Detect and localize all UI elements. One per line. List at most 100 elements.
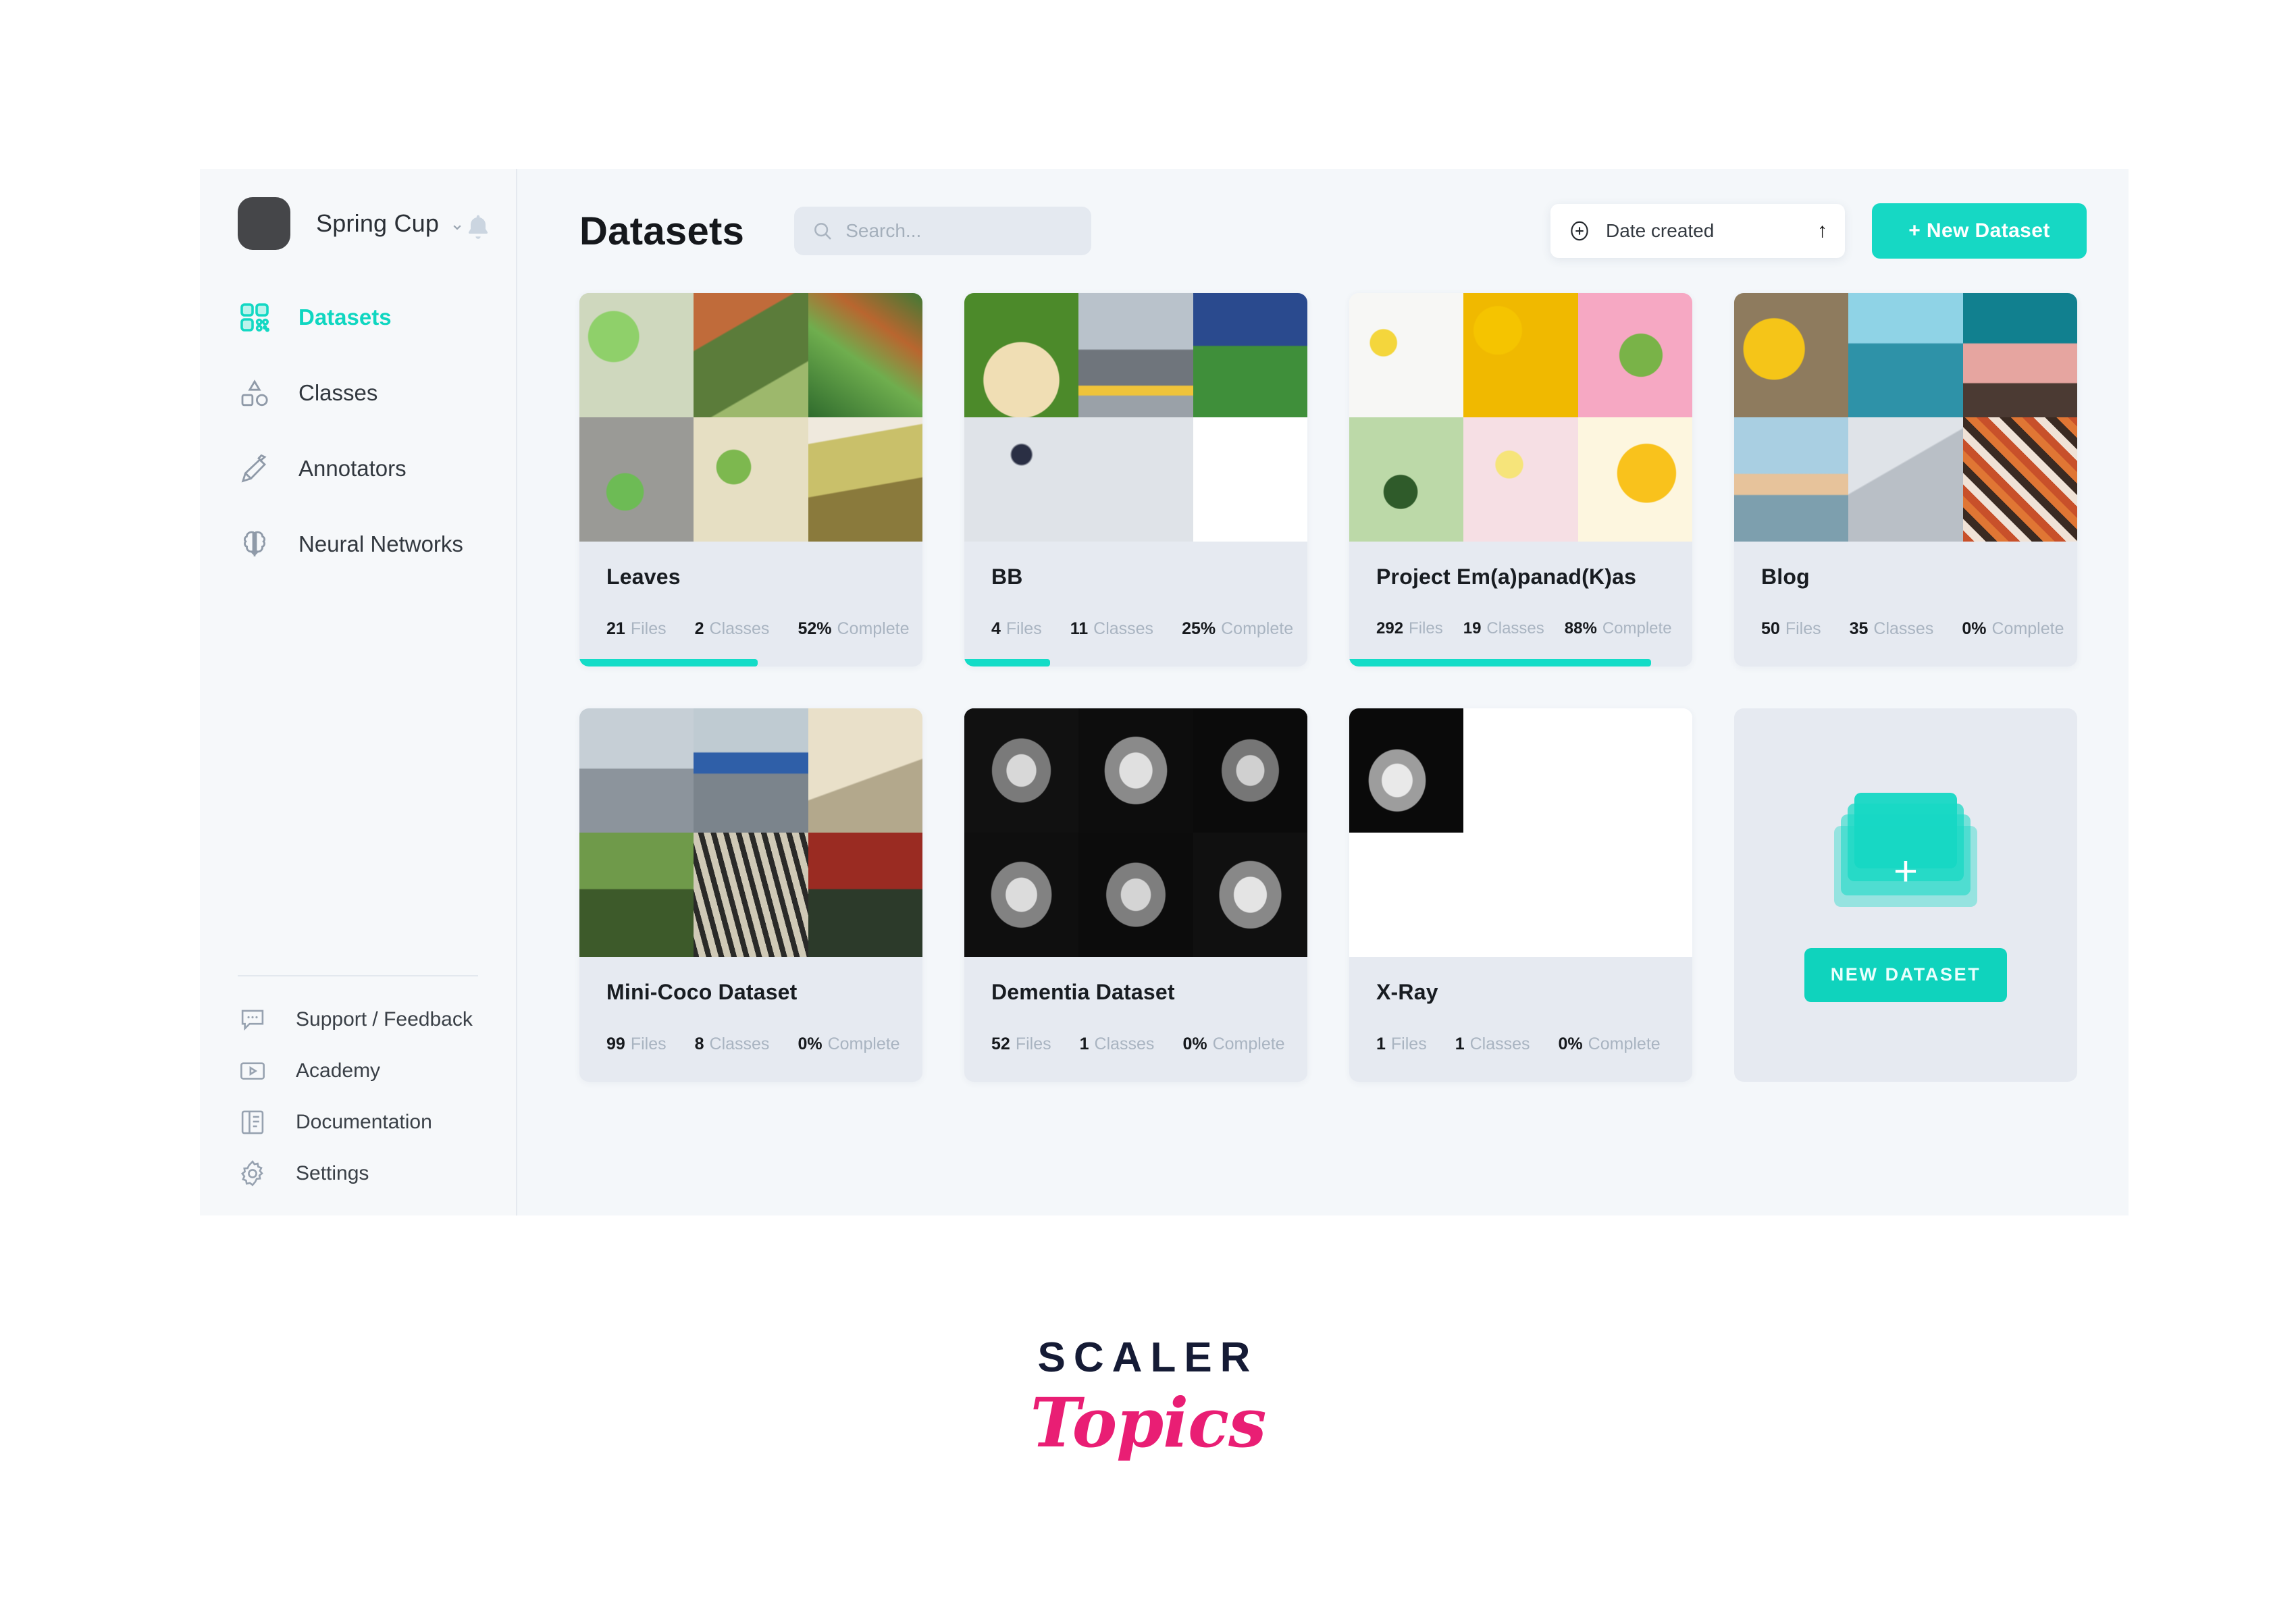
files-stat: 52 Files bbox=[991, 1035, 1051, 1053]
thumbnail-image bbox=[694, 293, 808, 417]
scaler-topics-logo: SCALER Topics bbox=[0, 1334, 2296, 1463]
dataset-name: BB bbox=[991, 565, 1023, 589]
progress-bar bbox=[964, 1074, 1307, 1082]
progress-bar bbox=[579, 659, 922, 666]
shapes-icon bbox=[238, 376, 271, 410]
search-icon bbox=[812, 220, 833, 242]
sidebar-item-label: Documentation bbox=[296, 1111, 432, 1133]
brain-icon bbox=[238, 527, 271, 561]
sidebar-item-academy[interactable]: Academy bbox=[200, 1045, 516, 1097]
dataset-name: Dementia Dataset bbox=[991, 980, 1175, 1004]
thumbnail-image bbox=[694, 417, 808, 542]
dataset-stats: 50 Files 35 Classes 0% Complete bbox=[1761, 619, 2064, 659]
bell-icon[interactable] bbox=[463, 213, 493, 242]
new-dataset-card-button[interactable]: NEW DATASET bbox=[1804, 947, 2007, 1002]
sort-dropdown[interactable]: Date created ↑ bbox=[1550, 204, 1845, 258]
workspace-name: Spring Cup bbox=[316, 209, 440, 237]
thumbnail-image bbox=[964, 293, 1079, 417]
thumbnail-image bbox=[1734, 293, 1849, 417]
new-dataset-button[interactable]: + New Dataset bbox=[1872, 203, 2087, 259]
sidebar-item-label: Annotators bbox=[298, 456, 407, 481]
dataset-name: Blog bbox=[1761, 565, 1810, 589]
complete-stat: 0% Complete bbox=[1962, 619, 2064, 638]
dataset-stats: 52 Files 1 Classes 0% Complete bbox=[991, 1035, 1285, 1074]
thumbnail-image bbox=[1078, 293, 1193, 417]
dataset-name: Project Em(a)panad(K)as bbox=[1376, 565, 1637, 589]
dataset-card[interactable]: X-Ray 1 Files 1 Classes 0% Complete bbox=[1349, 708, 1692, 1082]
dataset-meta: Mini-Coco Dataset 99 Files 8 Classes 0% Com… bbox=[579, 957, 922, 1074]
progress-bar bbox=[964, 659, 1307, 666]
thumbnail-image bbox=[1349, 708, 1464, 833]
sidebar-item-classes[interactable]: Classes bbox=[200, 355, 516, 431]
classes-stat: 2 Classes bbox=[694, 619, 770, 638]
complete-stat: 0% Complete bbox=[1558, 1035, 1661, 1053]
logo-primary-text: SCALER bbox=[1037, 1334, 1259, 1381]
classes-stat: 11 Classes bbox=[1070, 619, 1154, 638]
dataset-thumbnail-collage bbox=[1349, 708, 1692, 957]
sidebar-item-neural-networks[interactable]: Neural Networks bbox=[200, 506, 516, 582]
dataset-card[interactable]: Dementia Dataset 52 Files 1 Classes 0% Comp… bbox=[964, 708, 1307, 1082]
logo-secondary-text: Topics bbox=[1030, 1383, 1267, 1463]
classes-stat: 1 Classes bbox=[1079, 1035, 1155, 1053]
primary-nav: Datasets Classes Annotators Neural Netwo… bbox=[200, 280, 516, 582]
dataset-card[interactable]: BB 4 Files 11 Classes 25% Complete bbox=[964, 293, 1307, 666]
thumbnail-image bbox=[579, 708, 694, 833]
thumbnail-image bbox=[1463, 417, 1578, 542]
thumbnail-image bbox=[808, 417, 922, 542]
search-input[interactable]: Search... bbox=[794, 207, 1092, 255]
dataset-meta: BB 4 Files 11 Classes 25% Complete bbox=[964, 542, 1307, 659]
book-icon bbox=[238, 1107, 267, 1137]
video-play-icon bbox=[238, 1056, 267, 1086]
dataset-thumbnail-collage bbox=[1349, 293, 1692, 542]
sidebar-item-label: Academy bbox=[296, 1059, 381, 1082]
dataset-stats: 4 Files 11 Classes 25% Complete bbox=[991, 619, 1293, 659]
sidebar-item-support-feedback[interactable]: Support / Feedback bbox=[200, 994, 516, 1045]
chevron-down-icon[interactable]: ⌄ bbox=[450, 215, 465, 232]
dataset-name: Mini-Coco Dataset bbox=[606, 980, 798, 1004]
thumbnail-image bbox=[964, 708, 1079, 833]
dataset-meta: Project Em(a)panad(K)as 292 Files 19 Class… bbox=[1349, 542, 1692, 659]
thumbnail-image bbox=[1962, 417, 2077, 542]
thumbnail-image bbox=[808, 833, 922, 957]
sidebar-item-datasets[interactable]: Datasets bbox=[200, 280, 516, 355]
dataset-thumbnail-collage bbox=[579, 708, 922, 957]
dataset-card[interactable]: Blog 50 Files 35 Classes 0% Complete bbox=[1734, 293, 2077, 666]
thumbnail-placeholder bbox=[1193, 417, 1307, 542]
thumbnail-image bbox=[808, 293, 922, 417]
thumbnail-image bbox=[1078, 708, 1193, 833]
complete-stat: 25% Complete bbox=[1182, 619, 1294, 638]
thumbnail-image bbox=[1193, 708, 1307, 833]
thumbnail-image bbox=[1734, 417, 1849, 542]
workspace-logo bbox=[238, 197, 290, 250]
sidebar-item-settings[interactable]: Settings bbox=[200, 1148, 516, 1199]
divider bbox=[238, 975, 478, 976]
thumbnail-placeholder bbox=[1463, 833, 1578, 957]
plus-circle-icon bbox=[1568, 219, 1591, 242]
sort-label: Date created bbox=[1606, 220, 1715, 241]
progress-bar bbox=[1349, 659, 1692, 666]
stacked-layers-plus-icon: + bbox=[1828, 789, 1983, 910]
thumbnail-placeholder bbox=[1577, 833, 1692, 957]
complete-stat: 88% Complete bbox=[1564, 619, 1672, 637]
thumbnail-image bbox=[1962, 293, 2077, 417]
dataset-stats: 99 Files 8 Classes 0% Complete bbox=[606, 1035, 900, 1074]
sidebar-item-label: Settings bbox=[296, 1162, 369, 1184]
thumbnail-image bbox=[1848, 293, 1963, 417]
toolbar-right: Date created ↑ + New Dataset bbox=[1550, 203, 2087, 259]
dataset-card[interactable]: Project Em(a)panad(K)as 292 Files 19 Class… bbox=[1349, 293, 1692, 666]
thumbnail-image bbox=[1078, 833, 1193, 957]
sidebar-item-documentation[interactable]: Documentation bbox=[200, 1097, 516, 1148]
new-dataset-card[interactable]: + NEW DATASET bbox=[1734, 708, 2077, 1082]
files-stat: 50 Files bbox=[1761, 619, 1821, 638]
arrow-up-icon[interactable]: ↑ bbox=[1817, 221, 1827, 241]
thumbnail-image bbox=[579, 833, 694, 957]
sidebar-item-annotators[interactable]: Annotators bbox=[200, 431, 516, 506]
dataset-thumbnail-collage bbox=[964, 293, 1307, 542]
dataset-grid: Leaves 21 Files 2 Classes 52% Complete B… bbox=[579, 293, 2087, 1082]
dataset-card[interactable]: Mini-Coco Dataset 99 Files 8 Classes 0% Com… bbox=[579, 708, 922, 1082]
sidebar: Spring Cup ⌄ Datasets Classes Annotators… bbox=[200, 169, 517, 1215]
dataset-card[interactable]: Leaves 21 Files 2 Classes 52% Complete bbox=[579, 293, 922, 666]
search-placeholder: Search... bbox=[845, 220, 922, 241]
grid-blocks-icon bbox=[238, 300, 271, 334]
dataset-meta: X-Ray 1 Files 1 Classes 0% Complete bbox=[1349, 957, 1692, 1074]
